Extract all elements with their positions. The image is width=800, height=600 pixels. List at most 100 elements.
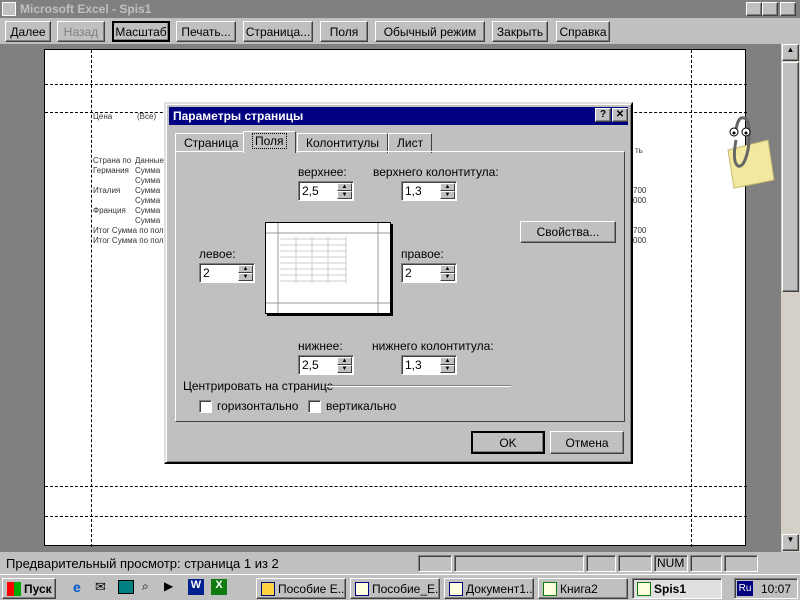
margin-line[interactable] xyxy=(91,50,92,547)
sheet-cell: 000 xyxy=(633,196,647,205)
find-icon[interactable]: ⌕ xyxy=(142,579,160,597)
right-margin-input[interactable]: 2 ▲ ▼ xyxy=(401,263,457,283)
media-player-icon[interactable]: ▶ xyxy=(164,579,182,597)
next-button[interactable]: Далее xyxy=(5,21,51,42)
clock: 10:07 xyxy=(761,582,792,596)
folder-icon xyxy=(261,581,275,596)
spin-down-icon[interactable]: ▼ xyxy=(238,273,253,281)
sheet-cell: Сумма xyxy=(135,176,161,185)
top-margin-label: верхнее: xyxy=(298,165,347,179)
previous-button[interactable]: Назад xyxy=(57,21,105,42)
normal-view-button[interactable]: Обычный режим xyxy=(375,21,485,42)
margins-panel: верхнее: 2,5 ▲ ▼ верхнего колонтитула: 1… xyxy=(175,151,625,422)
bottom-margin-label: нижнее: xyxy=(298,339,343,353)
preview-toolbar: Далее Назад Масштаб Печать... Страница..… xyxy=(0,18,800,44)
taskbar-item-label: Пособие Е... xyxy=(278,581,346,596)
tab-sheet[interactable]: Лист xyxy=(388,133,433,153)
spin-up-icon[interactable]: ▲ xyxy=(337,357,352,365)
taskbar-item-active[interactable]: Spis1 xyxy=(632,578,722,599)
options-button[interactable]: Свойства... xyxy=(520,221,616,243)
help-button[interactable]: Справка xyxy=(556,21,610,42)
left-margin-input[interactable]: 2 ▲ ▼ xyxy=(199,263,255,283)
close-icon[interactable]: ✕ xyxy=(780,2,796,16)
spin-down-icon[interactable]: ▼ xyxy=(440,273,455,281)
tab-header-footer[interactable]: Колонтитулы xyxy=(297,133,389,153)
language-indicator[interactable]: Ru xyxy=(737,581,753,596)
spin-down-icon[interactable]: ▼ xyxy=(440,191,455,199)
window-title: Microsoft Excel - Spis1 xyxy=(20,2,152,16)
close-icon[interactable]: ✕ xyxy=(612,108,628,122)
restore-icon[interactable]: ❐ xyxy=(762,2,778,16)
footer-margin-input[interactable]: 1,3 ▲ ▼ xyxy=(401,355,457,375)
status-pane xyxy=(586,555,616,572)
spin-down-icon[interactable]: ▼ xyxy=(337,365,352,373)
page-setup-button[interactable]: Страница... xyxy=(243,21,313,42)
sheet-cell: Сумма xyxy=(135,216,161,225)
zoom-button[interactable]: Масштаб xyxy=(112,21,170,42)
scroll-down-icon[interactable]: ▼ xyxy=(782,534,799,551)
taskbar-item[interactable]: Документ1... xyxy=(444,578,534,599)
taskbar-item[interactable]: Пособие_Е... xyxy=(350,578,440,599)
bottom-margin-input[interactable]: 2,5 ▲ ▼ xyxy=(298,355,354,375)
excel-icon xyxy=(637,581,651,596)
margin-line[interactable] xyxy=(45,516,747,517)
taskbar: Пуск e ✉ ⌕ ▶ W X Пособие Е... Пособие_Е.… xyxy=(0,574,800,600)
show-desktop-icon[interactable] xyxy=(118,580,134,594)
center-horizontal-label: горизонтально xyxy=(217,399,299,413)
scroll-up-icon[interactable]: ▲ xyxy=(782,44,799,61)
header-margin-input[interactable]: 1,3 ▲ ▼ xyxy=(401,181,457,201)
margins-button[interactable]: Поля xyxy=(320,21,368,42)
sheet-cell: Итог Сумма по пол xyxy=(93,236,164,245)
spin-up-icon[interactable]: ▲ xyxy=(440,357,455,365)
taskbar-item[interactable]: Пособие Е... xyxy=(256,578,346,599)
right-margin-label: правое: xyxy=(401,247,444,261)
sheet-cell: Сумма xyxy=(135,166,161,175)
excel-icon xyxy=(2,2,16,16)
bottom-margin-value: 2,5 xyxy=(302,358,319,372)
minimize-icon[interactable]: _ xyxy=(746,2,762,16)
center-group-label: Центрировать на странице xyxy=(183,379,334,393)
spin-up-icon[interactable]: ▲ xyxy=(238,265,253,273)
taskbar-item-label: Пособие_Е... xyxy=(372,581,440,596)
start-button[interactable]: Пуск xyxy=(2,578,56,599)
sheet-cell: Сумма xyxy=(135,206,161,215)
page-setup-dialog: Параметры страницы ? ✕ Страница Поля Кол… xyxy=(164,102,633,464)
word-icon xyxy=(355,581,369,596)
right-margin-value: 2 xyxy=(405,266,412,280)
spin-up-icon[interactable]: ▲ xyxy=(337,183,352,191)
sheet-cell: Страна по xyxy=(93,156,132,165)
excel-icon[interactable]: X xyxy=(211,579,227,595)
spin-down-icon[interactable]: ▼ xyxy=(440,365,455,373)
taskbar-item[interactable]: Книга2 xyxy=(538,578,628,599)
spin-up-icon[interactable]: ▲ xyxy=(440,265,455,273)
taskbar-item-label: Книга2 xyxy=(560,581,598,596)
spin-up-icon[interactable]: ▲ xyxy=(440,183,455,191)
margin-line[interactable] xyxy=(691,50,692,547)
print-button[interactable]: Печать... xyxy=(176,21,236,42)
status-text: Предварительный просмотр: страница 1 из … xyxy=(6,556,279,571)
sheet-cell: Германия xyxy=(93,166,129,175)
close-preview-button[interactable]: Закрыть xyxy=(492,21,548,42)
sheet-cell: Италия xyxy=(93,186,121,195)
center-horizontal-checkbox[interactable] xyxy=(199,400,212,413)
excel-icon xyxy=(543,581,557,596)
vertical-scrollbar[interactable]: ▲ ▼ xyxy=(781,44,800,552)
word-icon[interactable]: W xyxy=(188,579,204,595)
ok-button[interactable]: OK xyxy=(471,431,545,454)
help-icon[interactable]: ? xyxy=(595,108,611,122)
outlook-express-icon[interactable]: ✉ xyxy=(95,579,113,597)
center-vertical-checkbox[interactable] xyxy=(308,400,321,413)
office-assistant-clippy[interactable] xyxy=(708,110,778,190)
margin-line[interactable] xyxy=(45,486,747,487)
top-margin-value: 2,5 xyxy=(302,184,319,198)
cancel-button[interactable]: Отмена xyxy=(550,431,624,454)
tab-margins[interactable]: Поля xyxy=(243,131,296,153)
tab-page[interactable]: Страница xyxy=(175,133,248,153)
internet-explorer-icon[interactable]: e xyxy=(73,579,91,597)
spin-down-icon[interactable]: ▼ xyxy=(337,191,352,199)
scroll-thumb[interactable] xyxy=(782,62,799,292)
top-margin-input[interactable]: 2,5 ▲ ▼ xyxy=(298,181,354,201)
header-margin-label: верхнего колонтитула: xyxy=(373,165,499,179)
taskbar-item-label: Spis1 xyxy=(654,581,687,596)
margin-line[interactable] xyxy=(45,84,747,85)
